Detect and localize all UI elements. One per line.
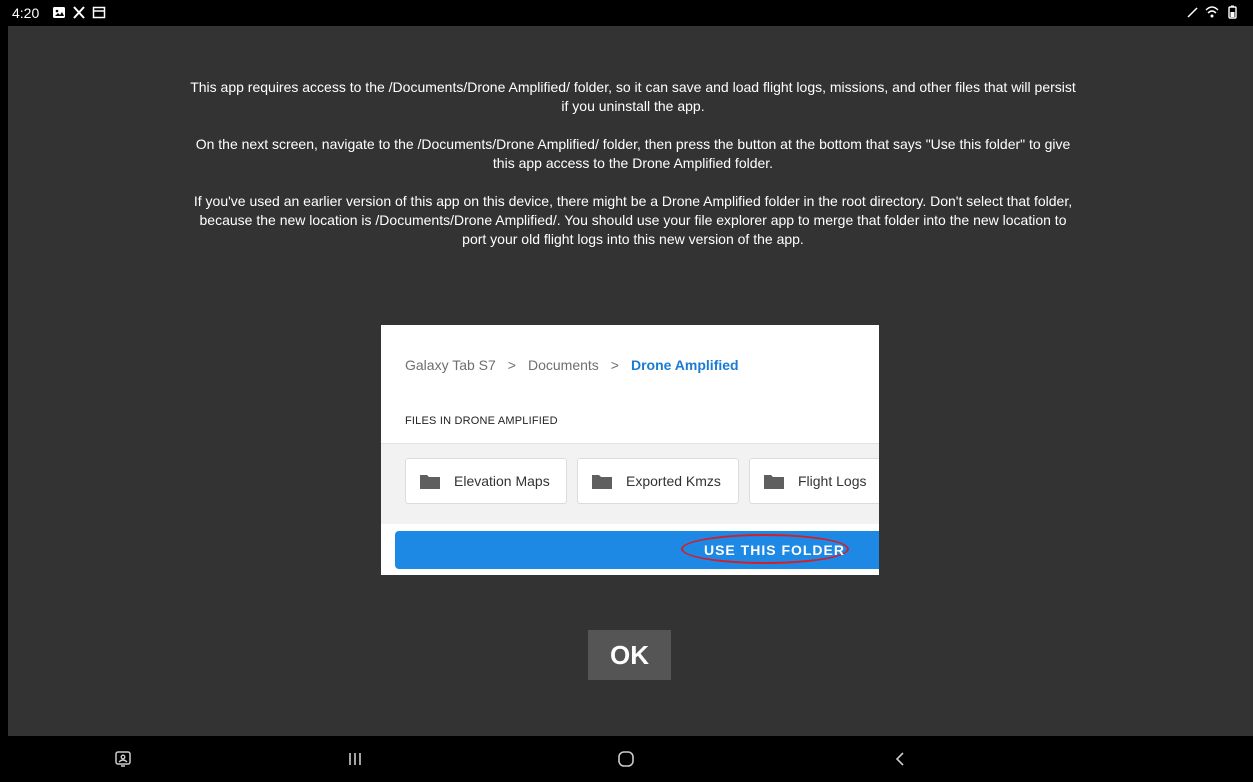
breadcrumb: Galaxy Tab S7 > Documents > Drone Amplif… [405, 357, 739, 373]
files-heading: FILES IN DRONE AMPLIFIED [405, 415, 558, 427]
battery-icon [1225, 4, 1239, 20]
breadcrumb-item: Galaxy Tab S7 [405, 357, 496, 373]
folder-icon [592, 473, 612, 489]
home-icon[interactable] [615, 748, 637, 770]
status-icons-left [52, 4, 106, 20]
back-icon[interactable] [890, 748, 912, 770]
notification-image-icon [52, 4, 66, 20]
folder-name: Exported Kmzs [626, 473, 721, 489]
folder-icon [764, 473, 784, 489]
permission-message: This app requires access to the /Documen… [188, 78, 1078, 268]
status-time: 4:20 [12, 5, 40, 21]
screen: 4:20 This app requires access to the /Do… [0, 0, 1253, 782]
status-bar: 4:20 [0, 0, 1253, 26]
instruction-screenshot: Galaxy Tab S7 > Documents > Drone Amplif… [381, 325, 879, 575]
breadcrumb-item: Documents [527, 357, 599, 373]
message-paragraph: On the next screen, navigate to the /Doc… [195, 136, 1071, 171]
ok-button[interactable]: OK [588, 630, 671, 680]
status-icons-right [1185, 4, 1239, 20]
breadcrumb-separator: > [507, 357, 516, 373]
tools-icon [72, 4, 86, 20]
breadcrumb-current: Drone Amplified [630, 357, 739, 373]
navigation-bar [0, 736, 1253, 782]
folder-name: Flight Logs [798, 473, 867, 489]
app-area: This app requires access to the /Documen… [8, 26, 1253, 736]
folder-list: Elevation Maps Exported Kmzs Flight Logs [381, 443, 879, 524]
message-paragraph: This app requires access to the /Documen… [190, 79, 1076, 114]
folder-chip: Elevation Maps [405, 458, 567, 504]
keyboard-switch-icon[interactable] [112, 748, 134, 770]
folder-chip: Exported Kmzs [577, 458, 739, 504]
stylus-icon [1185, 4, 1199, 20]
breadcrumb-separator: > [610, 357, 619, 373]
folder-name: Elevation Maps [454, 473, 550, 489]
folder-chip: Flight Logs [749, 458, 879, 504]
message-paragraph: If you've used an earlier version of thi… [193, 193, 1073, 247]
folder-icon [420, 473, 440, 489]
wifi-icon [1205, 4, 1219, 20]
recent-apps-icon[interactable] [344, 748, 366, 770]
use-this-folder-label: USE THIS FOLDER [703, 542, 845, 558]
calendar-icon [92, 4, 106, 20]
use-this-folder-bar: USE THIS FOLDER [395, 531, 879, 569]
